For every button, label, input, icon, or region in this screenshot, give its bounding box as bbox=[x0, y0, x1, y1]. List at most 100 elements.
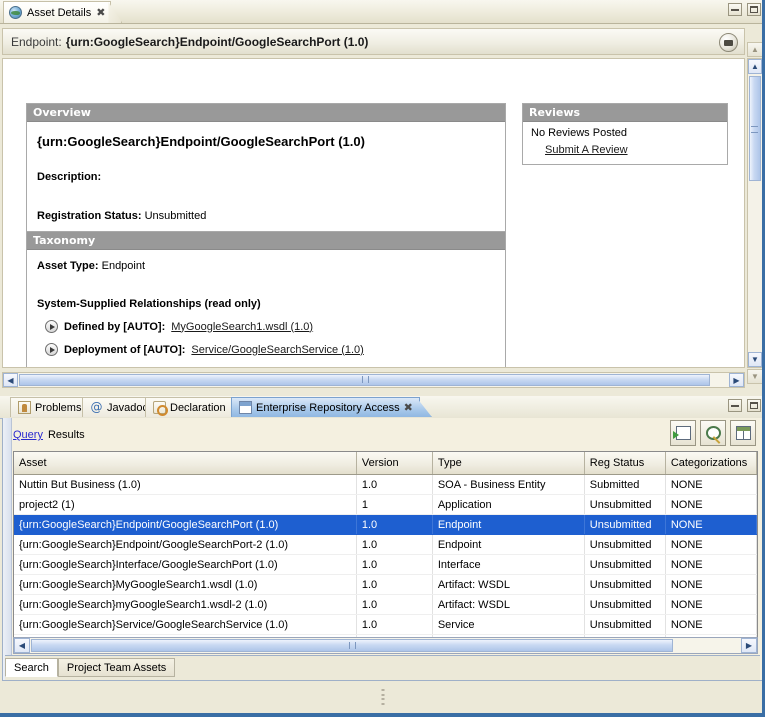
window-footer-accent bbox=[0, 713, 765, 717]
table-row[interactable]: Nuttin But Business (1.0) 1.0 SOA - Busi… bbox=[14, 474, 757, 495]
minimize-button[interactable] bbox=[728, 3, 742, 16]
cell-reg-status: Unsubmitted bbox=[584, 514, 666, 535]
cell-categorizations: NONE bbox=[665, 534, 757, 555]
reviews-empty-text: No Reviews Posted bbox=[531, 127, 627, 139]
cell-type: Interface bbox=[432, 554, 585, 575]
workbench-bottom-strip bbox=[0, 681, 765, 717]
cell-categorizations: NONE bbox=[665, 514, 757, 535]
relationship-label: Deployment of [AUTO]: bbox=[64, 343, 186, 356]
view-maximize-button[interactable] bbox=[747, 399, 761, 412]
tab-problems[interactable]: Problems bbox=[10, 397, 90, 417]
results-table: Asset Version Type Reg Status Categoriza… bbox=[14, 452, 757, 649]
results-table-container[interactable]: Asset Version Type Reg Status Categoriza… bbox=[13, 451, 758, 650]
sub-tab-search[interactable]: Search bbox=[5, 658, 58, 677]
view-left-rail bbox=[3, 418, 12, 680]
cell-version: 1.0 bbox=[356, 514, 433, 535]
table-row-selected[interactable]: {urn:GoogleSearch}Endpoint/GoogleSearchP… bbox=[14, 514, 757, 535]
cell-reg-status: Submitted bbox=[584, 474, 666, 495]
table-horizontal-scroll-thumb[interactable] bbox=[31, 639, 673, 652]
cell-categorizations: NONE bbox=[665, 574, 757, 595]
view-tab-bar: Problems @ Javadoc Declaration Enterpris… bbox=[0, 396, 765, 419]
vertical-scroll-thumb[interactable] bbox=[749, 76, 761, 181]
editor-horizontal-scrollbar[interactable]: ◀ ▶ bbox=[2, 372, 745, 388]
outer-scroll-up-button[interactable]: ▲ bbox=[747, 42, 763, 57]
cell-type: Service bbox=[432, 614, 585, 635]
scroll-up-arrow-icon[interactable]: ▲ bbox=[748, 59, 762, 74]
view-window-controls bbox=[728, 399, 761, 412]
view-minimize-button[interactable] bbox=[728, 399, 742, 412]
maximize-button[interactable] bbox=[747, 3, 761, 16]
relationship-row: Defined by [AUTO]: MyGoogleSearch1.wsdl … bbox=[45, 320, 495, 333]
query-results-bar: Query Results bbox=[13, 420, 760, 450]
table-header-row: Asset Version Type Reg Status Categoriza… bbox=[14, 452, 757, 475]
column-header-reg-status[interactable]: Reg Status bbox=[584, 452, 666, 475]
scroll-left-arrow-icon[interactable]: ◀ bbox=[3, 373, 18, 387]
relationship-link[interactable]: Service/GoogleSearchService (1.0) bbox=[191, 344, 363, 356]
form-icon[interactable] bbox=[719, 33, 738, 52]
query-toolbar bbox=[670, 420, 756, 446]
asset-details-content: Overview {urn:GoogleSearch}Endpoint/Goog… bbox=[2, 58, 745, 368]
close-icon[interactable]: ✖ bbox=[404, 401, 413, 414]
cell-categorizations: NONE bbox=[665, 474, 757, 495]
drag-handle[interactable] bbox=[381, 689, 384, 705]
cell-reg-status: Unsubmitted bbox=[584, 574, 666, 595]
taxonomy-asset-type-value: Endpoint bbox=[101, 260, 146, 272]
results-table-body: Nuttin But Business (1.0) 1.0 SOA - Busi… bbox=[14, 474, 757, 649]
table-row[interactable]: {urn:GoogleSearch}Endpoint/GoogleSearchP… bbox=[14, 534, 757, 555]
cell-asset: {urn:GoogleSearch}Service/GoogleSearchSe… bbox=[14, 614, 357, 635]
table-view-button[interactable] bbox=[730, 420, 756, 446]
tab-enterprise-repository-access[interactable]: Enterprise Repository Access ✖ bbox=[231, 397, 420, 417]
taxonomy-panel: Taxonomy Asset Type: Endpoint System-Sup… bbox=[26, 231, 506, 367]
cell-type: SOA - Business Entity bbox=[432, 474, 585, 495]
cell-categorizations: NONE bbox=[665, 554, 757, 575]
close-icon[interactable]: ✖ bbox=[96, 6, 105, 19]
relationship-row: Deployment of [AUTO]: Service/GoogleSear… bbox=[45, 343, 495, 356]
table-row[interactable]: {urn:GoogleSearch}Interface/GoogleSearch… bbox=[14, 554, 757, 575]
relationship-link[interactable]: MyGoogleSearch1.wsdl (1.0) bbox=[171, 321, 313, 333]
query-link[interactable]: Query bbox=[13, 429, 43, 441]
outer-scroll-down-button[interactable]: ▼ bbox=[747, 369, 763, 384]
table-row[interactable]: {urn:GoogleSearch}MyGoogleSearch1.wsdl (… bbox=[14, 574, 757, 595]
tab-asset-details[interactable]: Asset Details ✖ bbox=[3, 1, 112, 23]
table-row[interactable]: project2 (1) 1 Application Unsubmitted N… bbox=[14, 494, 757, 515]
sub-tab-project-team-assets[interactable]: Project Team Assets bbox=[57, 658, 176, 677]
table-row[interactable]: {urn:GoogleSearch}myGoogleSearch1.wsdl-2… bbox=[14, 594, 757, 615]
sub-tab-search-label: Search bbox=[14, 661, 49, 674]
scroll-right-arrow-icon[interactable]: ▶ bbox=[729, 373, 744, 387]
eclipse-workbench-window: Asset Details ✖ Endpoint: {urn:GoogleSea… bbox=[0, 0, 765, 717]
column-header-type[interactable]: Type bbox=[432, 452, 585, 475]
view-sub-tab-bar: Search Project Team Assets bbox=[5, 655, 760, 680]
form-arrow-icon bbox=[673, 426, 691, 440]
cell-type: Application bbox=[432, 494, 585, 515]
cell-reg-status: Unsubmitted bbox=[584, 554, 666, 575]
scroll-down-arrow-icon[interactable]: ▼ bbox=[748, 352, 762, 367]
cell-version: 1.0 bbox=[356, 574, 433, 595]
overview-registration-value: Unsubmitted bbox=[144, 210, 207, 222]
editor-window-controls bbox=[728, 3, 761, 16]
submit-review-link[interactable]: Submit A Review bbox=[545, 144, 628, 156]
table-row[interactable]: {urn:GoogleSearch}Service/GoogleSearchSe… bbox=[14, 614, 757, 635]
taxonomy-relationships-heading: System-Supplied Relationships (read only… bbox=[37, 298, 261, 310]
tab-declaration[interactable]: Declaration bbox=[145, 397, 234, 417]
submit-query-button[interactable] bbox=[670, 420, 696, 446]
cell-version: 1.0 bbox=[356, 614, 433, 635]
editor-vertical-scrollbar[interactable]: ▲ ▼ bbox=[747, 58, 763, 368]
globe-icon bbox=[9, 6, 22, 19]
enterprise-repository-view: Query Results Asset Version Type Reg Sta… bbox=[2, 418, 763, 681]
grid-icon bbox=[736, 426, 751, 440]
cell-asset: {urn:GoogleSearch}Interface/GoogleSearch… bbox=[14, 554, 357, 575]
horizontal-scroll-thumb[interactable] bbox=[19, 374, 710, 386]
table-scroll-right-arrow-icon[interactable]: ▶ bbox=[741, 638, 757, 653]
overview-asset-title: {urn:GoogleSearch}Endpoint/GoogleSearchP… bbox=[37, 134, 365, 149]
cell-version: 1.0 bbox=[356, 594, 433, 615]
column-header-asset[interactable]: Asset bbox=[14, 452, 357, 475]
cell-reg-status: Unsubmitted bbox=[584, 534, 666, 555]
column-header-categorizations[interactable]: Categorizations bbox=[665, 452, 757, 475]
results-horizontal-scrollbar[interactable]: ◀ ▶ bbox=[13, 637, 758, 654]
cell-categorizations: NONE bbox=[665, 594, 757, 615]
search-button[interactable] bbox=[700, 420, 726, 446]
cell-version: 1 bbox=[356, 494, 433, 515]
play-arrow-icon bbox=[45, 320, 58, 333]
table-scroll-left-arrow-icon[interactable]: ◀ bbox=[14, 638, 30, 653]
column-header-version[interactable]: Version bbox=[356, 452, 433, 475]
